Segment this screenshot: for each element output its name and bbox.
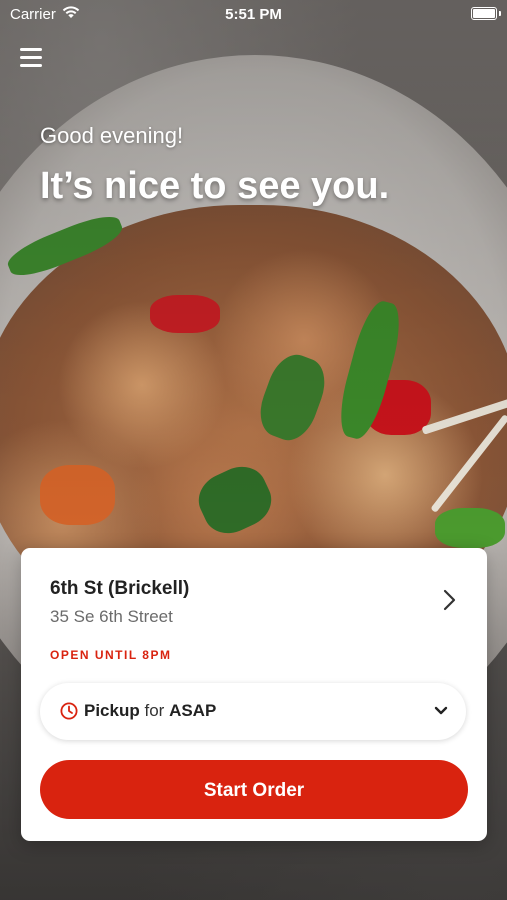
location-name[interactable]: 6th St (Brickell): [50, 578, 189, 600]
battery-icon: [471, 7, 497, 20]
order-type-selector[interactable]: Pickup for ASAP: [40, 683, 466, 740]
status-time: 5:51 PM: [225, 6, 282, 23]
menu-line: [20, 48, 42, 51]
hours-status: OPEN UNTIL 8PM: [50, 648, 172, 662]
greeting-text: Good evening!: [40, 123, 184, 148]
welcome-headline: It’s nice to see you.: [40, 165, 390, 207]
start-order-button[interactable]: Start Order: [40, 760, 468, 819]
battery-tip: [499, 11, 501, 16]
location-address: 35 Se 6th Street: [50, 607, 173, 626]
order-mode: Pickup: [84, 701, 140, 720]
chevron-right-icon[interactable]: [437, 588, 461, 612]
order-card: 6th St (Brickell) 35 Se 6th Street OPEN …: [21, 548, 487, 841]
status-bar: Carrier 5:51 PM: [0, 0, 507, 30]
chevron-down-icon: [434, 706, 448, 715]
order-type-text: Pickup for ASAP: [84, 701, 216, 721]
order-time: ASAP: [169, 701, 217, 720]
order-connector: for: [144, 701, 165, 720]
app-screen: Carrier 5:51 PM Good evening! It’s nice …: [0, 0, 507, 900]
hamburger-menu-icon[interactable]: [20, 48, 42, 68]
menu-line: [20, 64, 42, 67]
clock-icon: [60, 702, 78, 720]
menu-line: [20, 56, 42, 59]
